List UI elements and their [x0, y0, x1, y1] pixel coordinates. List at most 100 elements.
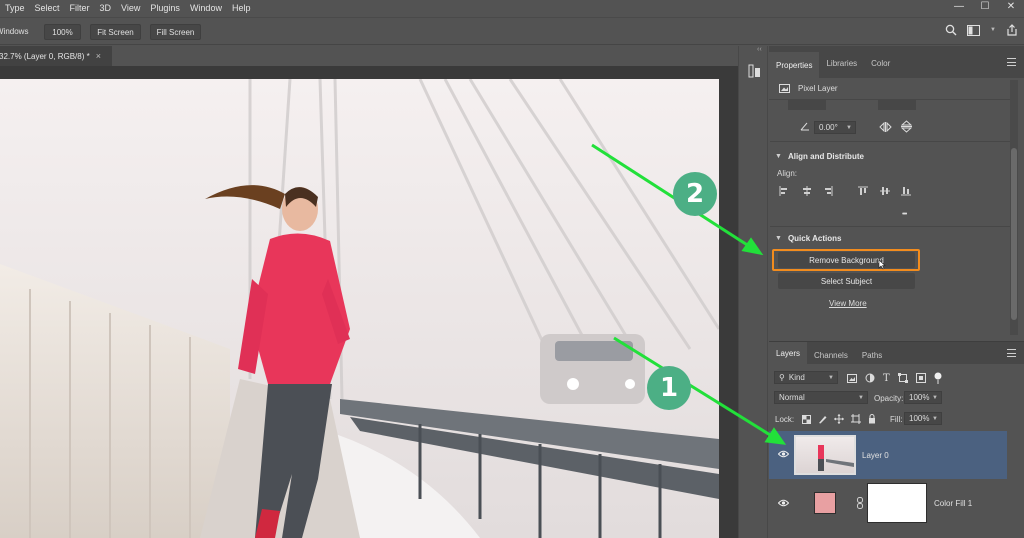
close-tab-icon[interactable]: ×	[96, 51, 101, 61]
transform-field-w[interactable]	[788, 100, 826, 110]
menu-select[interactable]: Select	[30, 0, 65, 17]
menu-window[interactable]: Window	[185, 0, 227, 17]
view-more-link[interactable]: View More	[829, 299, 867, 308]
filter-pixel-icon[interactable]	[847, 373, 857, 383]
panel-dock-strip: ‹‹	[738, 46, 768, 538]
panel-menu-icon[interactable]	[1007, 58, 1016, 66]
document-tab-title: 32.7% (Layer 0, RGB/8) *	[0, 51, 90, 61]
angle-field[interactable]: 0.00° ▼	[814, 121, 856, 134]
visibility-eye-icon[interactable]	[778, 499, 789, 507]
pixel-layer-icon	[779, 84, 790, 93]
zoom-100-button[interactable]: 100%	[44, 24, 81, 40]
share-icon[interactable]	[1006, 24, 1018, 36]
divider	[770, 226, 1010, 227]
layer-0-thumbnail	[794, 435, 856, 475]
opacity-field[interactable]: 100% ▼	[904, 391, 942, 404]
lock-artboard-icon[interactable]	[851, 414, 861, 424]
workspace-icon[interactable]	[967, 24, 981, 36]
align-label: Align:	[777, 169, 798, 178]
search-icon[interactable]	[945, 24, 957, 36]
filter-smart-object-icon[interactable]	[915, 373, 926, 383]
options-bar: Windows 100% Fit Screen Fill Screen ▼	[0, 17, 1024, 45]
step-marker-2: 2	[673, 172, 717, 216]
adjustments-icon[interactable]	[748, 64, 761, 78]
lock-transparency-icon[interactable]	[802, 414, 811, 424]
maximize-icon[interactable]: ☐	[972, 0, 998, 17]
search-icon: ⚲	[779, 373, 785, 382]
close-icon[interactable]: ✕	[998, 0, 1024, 17]
window-controls: — ☐ ✕	[946, 0, 1024, 17]
lock-image-pixels-icon[interactable]	[818, 415, 827, 424]
properties-tabs: Properties Libraries Color	[769, 46, 1024, 78]
menu-bar: Type Select Filter 3D View Plugins Windo…	[0, 0, 1024, 17]
chevron-down-icon: ▼	[775, 235, 782, 242]
document-tab[interactable]: 32.7% (Layer 0, RGB/8) * ×	[0, 46, 112, 66]
fit-screen-button[interactable]: Fit Screen	[90, 24, 141, 40]
highlight-box	[772, 249, 920, 271]
fill-color-swatch-thumbnail[interactable]	[814, 492, 836, 514]
cursor-pointer-icon	[878, 259, 886, 270]
blend-mode-select[interactable]: Normal ▼	[774, 391, 868, 404]
align-horizontal-center-icon[interactable]	[802, 186, 812, 196]
properties-scroll-thumb[interactable]	[1011, 148, 1017, 320]
fill-field[interactable]: 100% ▼	[904, 412, 942, 425]
canvas-area	[0, 66, 738, 538]
tab-channels[interactable]: Channels	[807, 346, 855, 364]
align-left-icon[interactable]	[779, 186, 789, 196]
minimize-icon[interactable]: —	[946, 0, 972, 17]
flip-vertical-icon[interactable]	[901, 120, 912, 133]
select-subject-button[interactable]: Select Subject	[778, 273, 915, 289]
divider	[770, 141, 1010, 142]
menu-plugins[interactable]: Plugins	[145, 0, 185, 17]
visibility-eye-icon[interactable]	[778, 450, 789, 458]
align-right-icon[interactable]	[823, 186, 833, 196]
transform-field-h[interactable]	[878, 100, 916, 110]
tab-paths[interactable]: Paths	[855, 346, 889, 364]
tab-layers[interactable]: Layers	[769, 342, 808, 364]
menu-filter[interactable]: Filter	[65, 0, 95, 17]
align-top-icon[interactable]	[858, 186, 868, 196]
layers-tabs: Layers Channels Paths	[769, 342, 1024, 364]
more-options-icon[interactable]: •••	[902, 211, 907, 218]
tab-libraries[interactable]: Libraries	[819, 52, 864, 74]
chevron-down-icon: ▼	[775, 153, 782, 160]
filter-toggle-icon[interactable]	[934, 372, 942, 384]
layer-filter-kind[interactable]: ⚲ Kind ▼	[774, 371, 838, 384]
layer-name[interactable]: Layer 0	[862, 451, 889, 460]
document-tab-row: 32.7% (Layer 0, RGB/8) * ×	[0, 46, 738, 66]
flip-horizontal-icon[interactable]	[879, 122, 892, 132]
layer-row-color-fill-1[interactable]: Color Fill 1	[769, 479, 1007, 527]
menu-help[interactable]: Help	[227, 0, 256, 17]
lock-all-icon[interactable]	[868, 414, 876, 424]
layers-menu-icon[interactable]	[1007, 349, 1016, 357]
align-bottom-icon[interactable]	[901, 186, 911, 196]
align-vertical-center-icon[interactable]	[880, 186, 890, 196]
collapse-arrows-icon[interactable]: ‹‹	[757, 46, 762, 53]
angle-icon	[800, 122, 809, 131]
tab-properties[interactable]: Properties	[769, 52, 820, 78]
filter-adjustment-icon[interactable]	[865, 373, 875, 383]
tab-color[interactable]: Color	[864, 52, 897, 74]
lock-position-icon[interactable]	[834, 414, 844, 424]
menu-3d[interactable]: 3D	[95, 0, 117, 17]
pixel-layer-row: Pixel Layer	[769, 78, 1011, 100]
layer-filter-icons: T	[847, 372, 942, 384]
step-marker-1: 1	[647, 366, 691, 410]
layer-name[interactable]: Color Fill 1	[934, 499, 972, 508]
menu-type[interactable]: Type	[0, 0, 30, 17]
align-distribute-header[interactable]: ▼ Align and Distribute	[775, 152, 864, 161]
layer-mask-thumbnail[interactable]	[867, 483, 927, 523]
filter-shape-icon[interactable]	[897, 373, 908, 383]
fill-screen-button[interactable]: Fill Screen	[150, 24, 201, 40]
link-chain-icon[interactable]	[857, 497, 863, 509]
opacity-label: Opacity:	[874, 394, 904, 403]
filter-type-icon[interactable]: T	[883, 373, 890, 384]
windows-label: Windows	[0, 27, 29, 36]
quick-actions-header[interactable]: ▼ Quick Actions	[775, 234, 841, 243]
layer-row-layer-0[interactable]: Layer 0	[769, 431, 1007, 479]
fill-label: Fill:	[890, 415, 903, 424]
chevron-down-icon[interactable]: ▼	[990, 27, 996, 33]
canvas-photo[interactable]	[0, 79, 719, 538]
menu-view[interactable]: View	[116, 0, 145, 17]
lock-icons	[802, 414, 876, 424]
